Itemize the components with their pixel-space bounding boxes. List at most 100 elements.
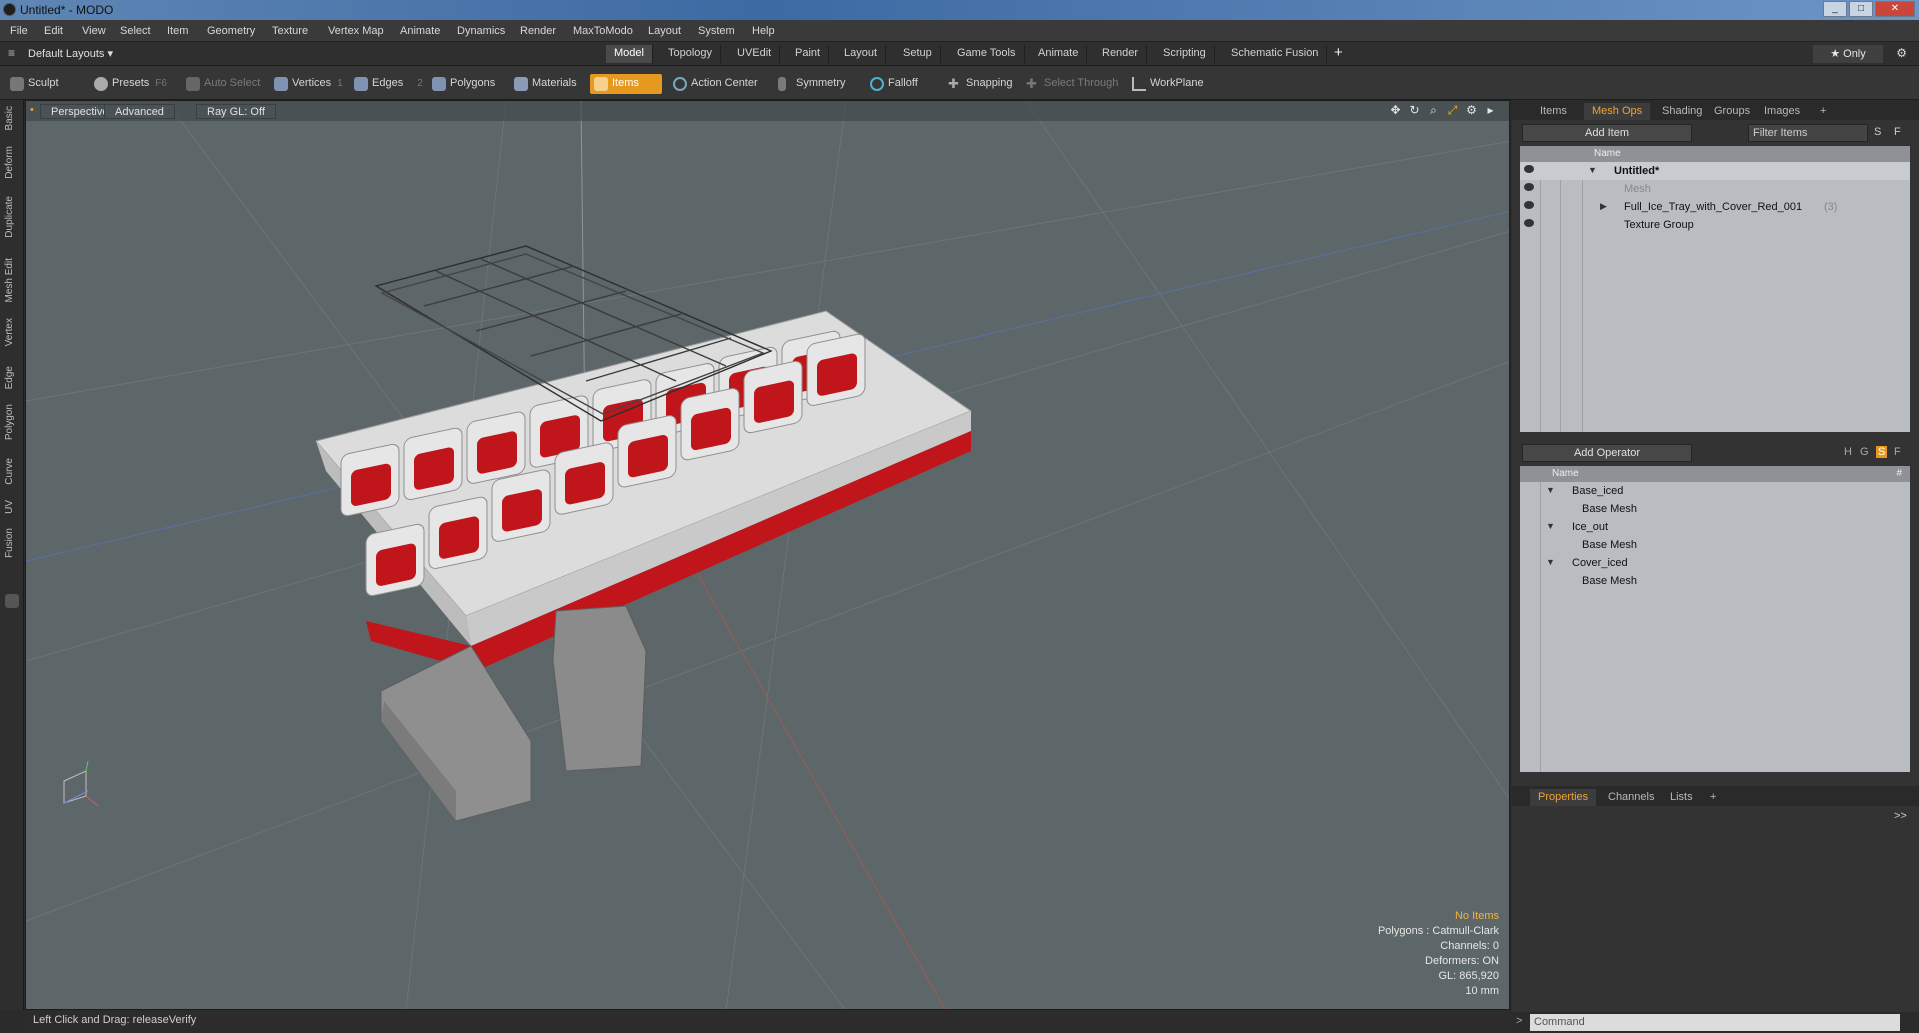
- vtab-fusion[interactable]: Fusion: [4, 528, 20, 558]
- tree-row-ice-tray[interactable]: ▶ Full_Ice_Tray_with_Cover_Red_001 (3): [1520, 198, 1910, 216]
- menu-animate[interactable]: Animate: [400, 25, 440, 37]
- visibility-eye-icon[interactable]: [1524, 165, 1534, 173]
- auto-select-button[interactable]: Auto Select: [182, 74, 266, 94]
- expand-arrow-icon[interactable]: ▶: [1600, 201, 1607, 212]
- tab-schematic-fusion[interactable]: Schematic Fusion: [1223, 45, 1328, 63]
- vtab-deform[interactable]: Deform: [4, 146, 20, 179]
- add-item-button[interactable]: Add Item: [1522, 124, 1692, 142]
- fit-icon[interactable]: ⤢: [1446, 104, 1459, 117]
- materials-button[interactable]: Materials: [510, 74, 583, 94]
- vtab-edge[interactable]: Edge: [4, 366, 20, 389]
- menu-select[interactable]: Select: [120, 25, 151, 37]
- visibility-eye-icon[interactable]: [1524, 183, 1534, 191]
- vtab-mesh-edit[interactable]: Mesh Edit: [4, 258, 20, 302]
- vtab-duplicate[interactable]: Duplicate: [4, 196, 20, 238]
- tab-items[interactable]: Items: [1532, 103, 1575, 120]
- tab-render[interactable]: Render: [1094, 45, 1148, 63]
- tree-row-mesh[interactable]: Mesh: [1520, 180, 1910, 198]
- layout-menu-icon[interactable]: ≡: [8, 46, 15, 60]
- tree-row-texture-group[interactable]: Texture Group: [1520, 216, 1910, 234]
- op-row-base-mesh[interactable]: Base Mesh: [1520, 572, 1910, 590]
- expand-arrow-icon[interactable]: ▼: [1546, 521, 1555, 531]
- viewport-arrow-icon[interactable]: ▸: [1484, 104, 1497, 117]
- tab-topology[interactable]: Topology: [660, 45, 722, 63]
- tab-mesh-ops[interactable]: Mesh Ops: [1584, 103, 1651, 120]
- menu-render[interactable]: Render: [520, 25, 556, 37]
- expand-arrow-icon[interactable]: ▼: [1546, 557, 1555, 567]
- viewport-settings-icon[interactable]: ⚙: [1465, 104, 1478, 117]
- gear-icon[interactable]: ⚙: [1896, 46, 1907, 60]
- menu-help[interactable]: Help: [752, 25, 775, 37]
- filter-items-input[interactable]: Filter Items: [1748, 124, 1868, 142]
- 3d-viewport[interactable]: • Perspective Advanced Ray GL: Off ✥ ↻ ⌕…: [25, 100, 1510, 1010]
- tab-shading[interactable]: Shading: [1654, 103, 1710, 120]
- viewport-advanced-tab[interactable]: Advanced: [104, 104, 175, 119]
- tab-game-tools[interactable]: Game Tools: [949, 45, 1025, 63]
- panel-toggle-icon[interactable]: [5, 594, 19, 608]
- expand-arrow-icon[interactable]: ▼: [1546, 485, 1555, 495]
- menu-view[interactable]: View: [82, 25, 106, 37]
- action-center-button[interactable]: Action Center: [669, 74, 764, 94]
- visibility-eye-icon[interactable]: [1524, 219, 1534, 227]
- tab-model[interactable]: Model: [606, 45, 653, 63]
- op-row-cover-iced[interactable]: ▼ Cover_iced: [1520, 554, 1910, 572]
- zoom-icon[interactable]: ⌕: [1427, 104, 1440, 117]
- workplane-button[interactable]: WorkPlane: [1128, 74, 1210, 94]
- menu-maxtomodo[interactable]: MaxToModo: [573, 25, 633, 37]
- expand-arrow-icon[interactable]: ▼: [1588, 165, 1597, 175]
- tab-properties[interactable]: Properties: [1530, 789, 1597, 806]
- tab-setup[interactable]: Setup: [895, 45, 941, 63]
- filter-s-button[interactable]: S: [1874, 126, 1881, 138]
- menu-layout[interactable]: Layout: [648, 25, 681, 37]
- menu-system[interactable]: System: [698, 25, 735, 37]
- raygl-toggle[interactable]: Ray GL: Off: [196, 104, 276, 119]
- falloff-button[interactable]: Falloff: [866, 74, 924, 94]
- menu-file[interactable]: File: [10, 25, 28, 37]
- visibility-eye-icon[interactable]: [1524, 201, 1534, 209]
- vtab-uv[interactable]: UV: [4, 500, 20, 514]
- op-row-base-mesh[interactable]: Base Mesh: [1520, 536, 1910, 554]
- rotate-icon[interactable]: ↻: [1408, 104, 1421, 117]
- menu-geometry[interactable]: Geometry: [207, 25, 255, 37]
- vertices-button[interactable]: Vertices 1: [270, 74, 349, 94]
- tab-images[interactable]: Images: [1756, 103, 1808, 120]
- op-row-base-iced[interactable]: ▼ Base_iced: [1520, 482, 1910, 500]
- flag-f-button[interactable]: F: [1894, 446, 1901, 458]
- vtab-curve[interactable]: Curve: [4, 458, 20, 485]
- tab-paint[interactable]: Paint: [787, 45, 830, 63]
- only-toggle[interactable]: ★ Only: [1813, 45, 1883, 63]
- menu-item[interactable]: Item: [167, 25, 188, 37]
- tab-channels[interactable]: Channels: [1600, 789, 1662, 806]
- flag-h-button[interactable]: H: [1844, 446, 1852, 458]
- symmetry-button[interactable]: Symmetry: [774, 74, 852, 94]
- flag-g-button[interactable]: G: [1860, 446, 1869, 458]
- add-tab-button[interactable]: +: [1334, 44, 1343, 61]
- vtab-basic[interactable]: Basic: [4, 106, 20, 130]
- menu-dynamics[interactable]: Dynamics: [457, 25, 505, 37]
- maximize-button[interactable]: □: [1849, 1, 1873, 17]
- select-through-button[interactable]: ✚ Select Through: [1022, 74, 1124, 94]
- menu-edit[interactable]: Edit: [44, 25, 63, 37]
- tree-row-untitled[interactable]: ▼ Untitled*: [1520, 162, 1910, 180]
- command-input[interactable]: Command: [1530, 1014, 1900, 1031]
- expand-panel-button[interactable]: >>: [1894, 810, 1907, 822]
- add-properties-tab[interactable]: +: [1702, 789, 1724, 806]
- edges-button[interactable]: Edges 2: [350, 74, 429, 94]
- op-row-base-mesh[interactable]: Base Mesh: [1520, 500, 1910, 518]
- tab-lists[interactable]: Lists: [1662, 789, 1701, 806]
- snapping-button[interactable]: ✚ Snapping: [944, 74, 1019, 94]
- add-panel-tab[interactable]: +: [1812, 103, 1834, 120]
- vtab-polygon[interactable]: Polygon: [4, 404, 20, 440]
- menu-vertex-map[interactable]: Vertex Map: [328, 25, 384, 37]
- flag-s-button[interactable]: S: [1876, 446, 1888, 458]
- tab-groups[interactable]: Groups: [1706, 103, 1758, 120]
- viewport-options-icon[interactable]: •: [30, 104, 34, 116]
- add-operator-button[interactable]: Add Operator: [1522, 444, 1692, 462]
- items-button[interactable]: Items: [590, 74, 662, 94]
- sculpt-button[interactable]: Sculpt: [6, 74, 65, 94]
- tab-animate[interactable]: Animate: [1030, 45, 1088, 63]
- pan-icon[interactable]: ✥: [1389, 104, 1402, 117]
- minimize-button[interactable]: _: [1823, 1, 1847, 17]
- op-row-ice-out[interactable]: ▼ Ice_out: [1520, 518, 1910, 536]
- polygons-button[interactable]: Polygons: [428, 74, 501, 94]
